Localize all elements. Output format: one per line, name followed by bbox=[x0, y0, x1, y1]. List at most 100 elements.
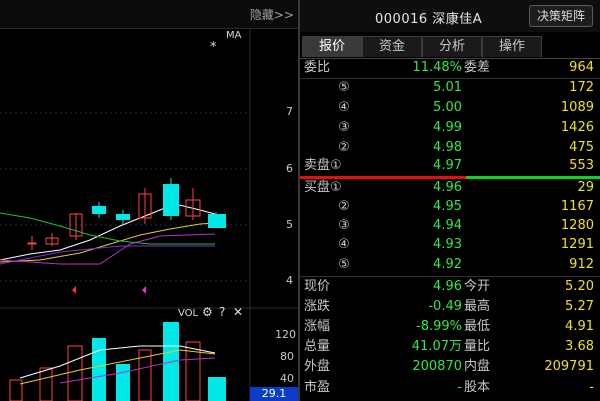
signal-marker bbox=[72, 286, 76, 294]
chart-toolbar: 隐藏>> bbox=[0, 0, 298, 29]
stat-label: 内盘 bbox=[464, 359, 491, 374]
price-axis-label: 5 bbox=[286, 218, 293, 231]
stat-label: 现价 bbox=[304, 279, 331, 294]
stat-label: 最低 bbox=[464, 319, 491, 334]
stat-value: -0.49 bbox=[428, 299, 462, 314]
sell-order-row[interactable]: ③ 4.99 1426 bbox=[300, 118, 600, 138]
buy-volume: 1280 bbox=[560, 218, 594, 233]
stat-label: 今开 bbox=[464, 279, 491, 294]
weicha-label: 委差 bbox=[464, 60, 491, 75]
tab-analysis[interactable]: 分析 bbox=[422, 36, 482, 57]
gear-icon[interactable]: ⚙ bbox=[202, 305, 213, 319]
stat-value: 5.20 bbox=[565, 279, 594, 294]
vol-axis-label: 80 bbox=[280, 350, 294, 363]
buy-order-row[interactable]: ③ 4.94 1280 bbox=[300, 216, 600, 236]
buy-price: 4.96 bbox=[433, 180, 462, 195]
volume-bar bbox=[92, 338, 106, 401]
stat-label: 涨跌 bbox=[304, 299, 331, 314]
stat-row: 涨幅 -8.99% 最低 4.91 bbox=[300, 317, 600, 337]
sell-volume: 475 bbox=[569, 140, 594, 155]
sell-volume: 1089 bbox=[560, 100, 594, 115]
asterisk-marker: * bbox=[210, 40, 217, 55]
level-label: ⑤ bbox=[338, 257, 350, 272]
weibi-label: 委比 bbox=[304, 60, 331, 75]
stat-row: 涨跌 -0.49 最高 5.27 bbox=[300, 297, 600, 317]
buy-order-row[interactable]: ④ 4.93 1291 bbox=[300, 235, 600, 255]
weicha-value: 964 bbox=[569, 60, 594, 75]
candle bbox=[208, 214, 226, 228]
buy-volume: 912 bbox=[569, 257, 594, 272]
close-icon[interactable]: ✕ bbox=[233, 305, 243, 319]
level-label: ④ bbox=[338, 100, 350, 115]
stat-value: 4.96 bbox=[433, 279, 462, 294]
buy-order-row[interactable]: 买盘① 4.96 29 bbox=[300, 178, 600, 198]
stat-label: 外盘 bbox=[304, 359, 331, 374]
stat-row: 现价 4.96 今开 5.20 bbox=[300, 277, 600, 297]
price-axis-label: 7 bbox=[286, 105, 293, 118]
stat-row: 外盘 200870 内盘 209791 bbox=[300, 357, 600, 377]
sell-volume: 1426 bbox=[560, 120, 594, 135]
quote-panel: 000016 深康佳A 决策矩阵 报价 资金 分析 操作 委比 11.48% 委… bbox=[300, 0, 600, 401]
tab-operation[interactable]: 操作 bbox=[482, 36, 542, 57]
price-axis-label: 4 bbox=[286, 274, 293, 287]
sell-order-row[interactable]: ⑤ 5.01 172 bbox=[300, 78, 600, 98]
stat-value: - bbox=[589, 380, 594, 395]
volume-bar bbox=[67, 345, 83, 401]
level-label: 卖盘① bbox=[304, 158, 342, 173]
hide-panel-button[interactable]: 隐藏>> bbox=[250, 6, 294, 23]
stat-label: 股本 bbox=[464, 380, 491, 395]
volume-bars bbox=[9, 322, 226, 401]
vol-axis-label: 120 bbox=[275, 328, 296, 341]
price-axis-label: 6 bbox=[286, 162, 293, 175]
sell-order-row[interactable]: 卖盘① 4.97 553 bbox=[300, 156, 600, 176]
quote-tabs: 报价 资金 分析 操作 bbox=[300, 36, 600, 59]
kline-chart-panel[interactable]: 隐藏>> MA * 7 6 5 4 VOL ⚙ ? ✕ 120 80 40 29… bbox=[0, 0, 298, 401]
buy-order-row[interactable]: ② 4.95 1167 bbox=[300, 197, 600, 217]
stat-value: -8.99% bbox=[416, 319, 462, 334]
candle bbox=[92, 206, 106, 214]
sell-order-row[interactable]: ② 4.98 475 bbox=[300, 138, 600, 158]
tab-funds[interactable]: 资金 bbox=[362, 36, 422, 57]
tab-quote[interactable]: 报价 bbox=[302, 36, 362, 57]
quote-header: 000016 深康佳A 决策矩阵 bbox=[300, 0, 600, 32]
buy-volume: 1167 bbox=[560, 199, 594, 214]
candle bbox=[116, 214, 130, 220]
buy-volume: 29 bbox=[577, 180, 594, 195]
level-label: ② bbox=[338, 140, 350, 155]
buy-price: 4.93 bbox=[433, 237, 462, 252]
vol-axis-label: 40 bbox=[280, 372, 294, 385]
vol-label: VOL bbox=[178, 308, 199, 319]
weibi-value: 11.48% bbox=[412, 60, 462, 75]
stat-label: 最高 bbox=[464, 299, 491, 314]
stat-row: 市盈 - 股本 - bbox=[300, 378, 600, 398]
stat-value: 5.27 bbox=[565, 299, 594, 314]
level-label: 买盘① bbox=[304, 180, 342, 195]
stat-label: 量比 bbox=[464, 339, 491, 354]
volume-bar bbox=[39, 367, 53, 401]
stat-label: 涨幅 bbox=[304, 319, 331, 334]
buy-order-row[interactable]: ⑤ 4.92 912 bbox=[300, 255, 600, 275]
stat-label: 市盈 bbox=[304, 380, 331, 395]
stat-value: 200870 bbox=[412, 359, 462, 374]
stat-row: 总量 41.07万 量比 3.68 bbox=[300, 337, 600, 357]
ma5-line bbox=[0, 203, 216, 261]
sell-price: 4.99 bbox=[433, 120, 462, 135]
vol-cursor-value: 29.1 bbox=[250, 387, 298, 401]
level-label: ③ bbox=[338, 120, 350, 135]
level-label: ② bbox=[338, 199, 350, 214]
level-label: ③ bbox=[338, 218, 350, 233]
help-icon[interactable]: ? bbox=[219, 305, 225, 319]
kline-chart[interactable] bbox=[0, 28, 298, 401]
stock-title: 000016 深康佳A bbox=[375, 12, 483, 27]
sell-order-row[interactable]: ④ 5.00 1089 bbox=[300, 98, 600, 118]
vol-ma20-line bbox=[59, 357, 216, 384]
candle bbox=[163, 184, 179, 216]
stat-label: 总量 bbox=[304, 339, 331, 354]
signal-marker bbox=[142, 286, 146, 294]
buy-volume: 1291 bbox=[560, 237, 594, 252]
buy-price: 4.95 bbox=[433, 199, 462, 214]
level-label: ⑤ bbox=[338, 80, 350, 95]
decision-matrix-button[interactable]: 决策矩阵 bbox=[529, 5, 593, 27]
stat-value: 209791 bbox=[544, 359, 594, 374]
sell-volume: 172 bbox=[569, 80, 594, 95]
